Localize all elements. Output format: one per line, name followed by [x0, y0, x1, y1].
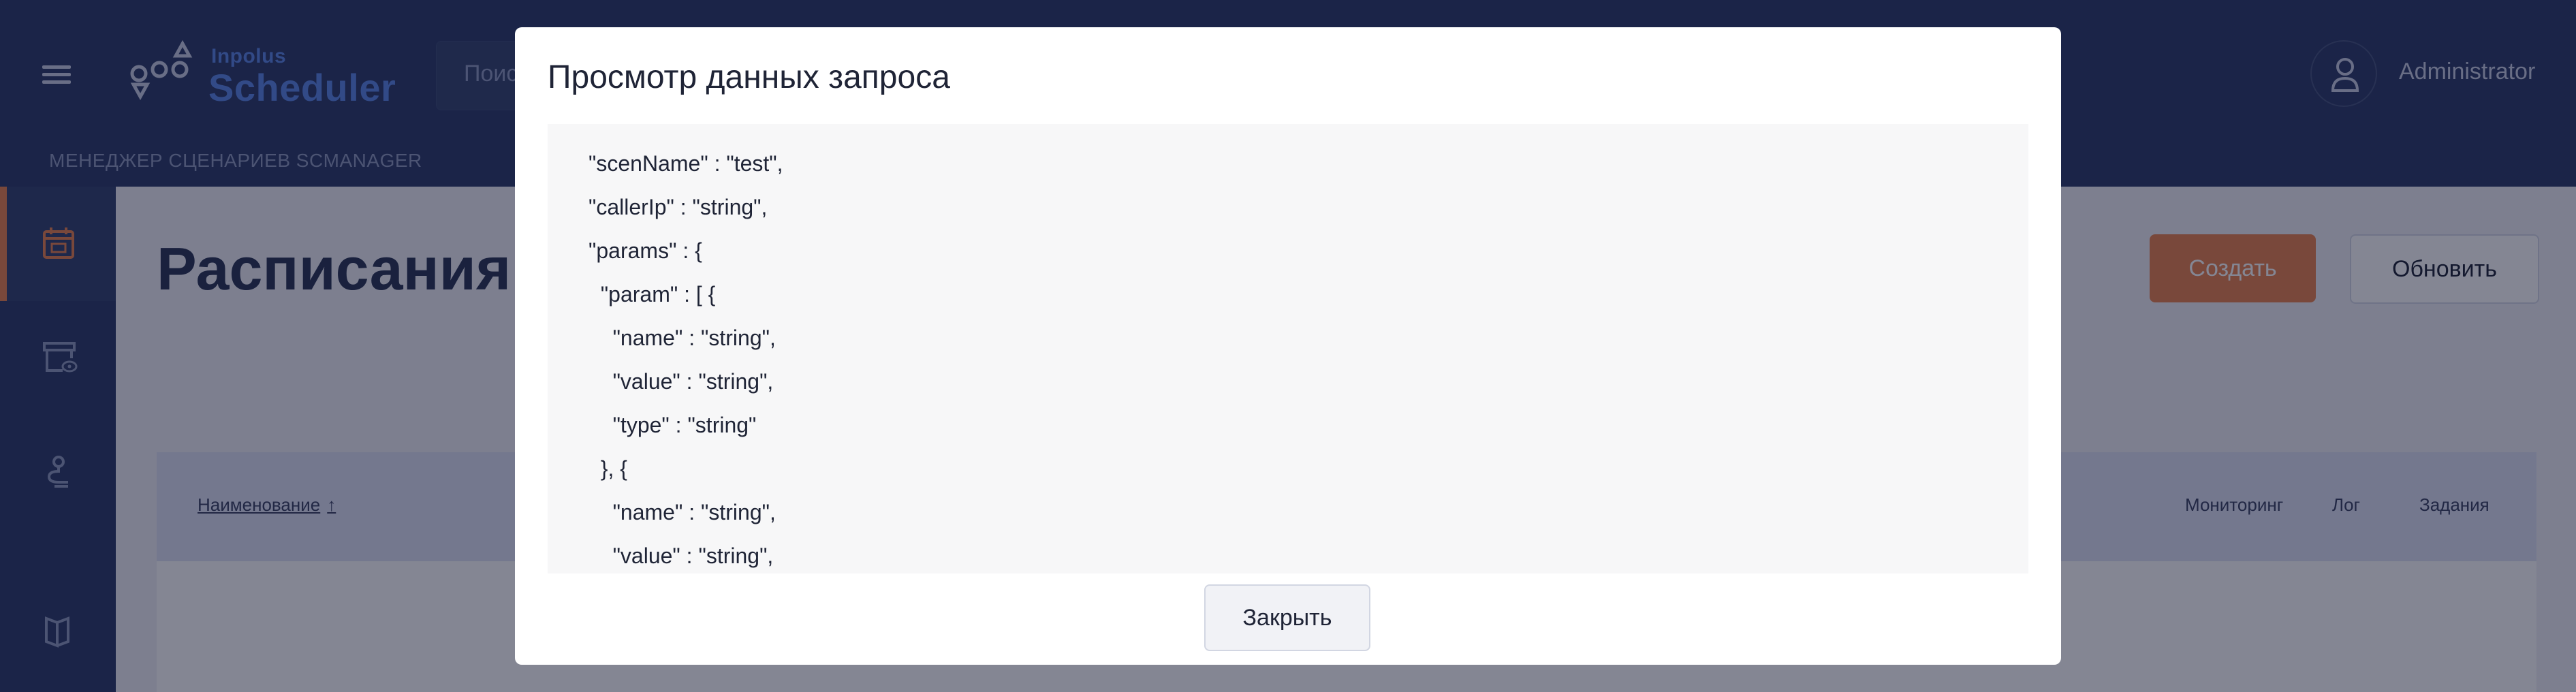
code-line: "callerIp" : "string", [588, 195, 768, 219]
code-line: "value" : "string", [588, 544, 774, 568]
code-line: "scenName" : "test", [588, 151, 783, 176]
request-data-modal: Просмотр данных запроса "scenName" : "te… [515, 27, 2061, 665]
request-json-viewer[interactable]: "scenName" : "test", "callerIp" : "strin… [548, 124, 2028, 573]
modal-title: Просмотр данных запроса [548, 59, 950, 95]
code-line: "param" : [ { [588, 282, 716, 306]
code-line: "name" : "string", [588, 500, 776, 524]
code-line: }, { [588, 456, 627, 481]
code-line: "params" : { [588, 238, 702, 263]
code-line: "type" : "string" [588, 413, 757, 437]
code-line: "name" : "string", [588, 326, 776, 350]
close-button[interactable]: Закрыть [1204, 584, 1370, 651]
code-line: "value" : "string", [588, 369, 774, 394]
